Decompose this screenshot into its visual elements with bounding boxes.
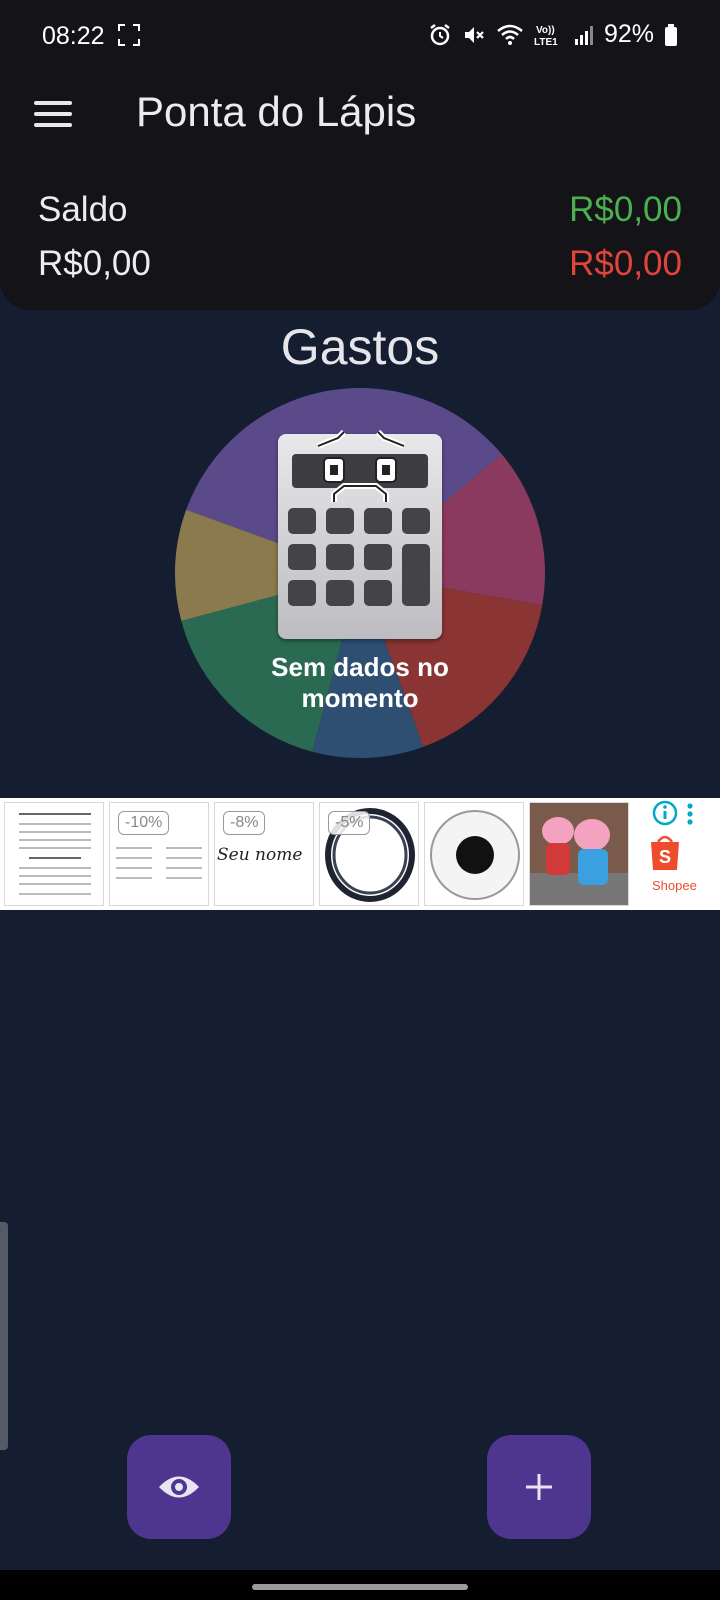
ad-product-name[interactable]: -8% Seu nome	[214, 802, 314, 906]
svg-text:LTE1: LTE1	[534, 37, 558, 47]
shopee-ad-brand[interactable]: S Shopee	[640, 798, 720, 910]
ad-product-sheet[interactable]: -10%	[109, 802, 209, 906]
calculator-key	[288, 544, 316, 570]
muted-icon	[464, 26, 484, 43]
wifi-icon	[497, 24, 523, 45]
signal-icon	[574, 25, 593, 45]
ad-product-form[interactable]	[4, 802, 104, 906]
discount-badge: -5%	[328, 811, 371, 835]
edge-panel-handle[interactable]	[0, 1222, 8, 1450]
ad-banner[interactable]: -10% -8% Seu nome -5% S Shopee	[0, 798, 720, 910]
volte-icon: Vo)) LTE1	[534, 25, 558, 47]
calculator-key	[402, 544, 430, 606]
header-panel: 08:22 Vo)) LTE1 92% Ponta do Lápis Saldo…	[0, 0, 720, 310]
calculator-eyebrows	[316, 429, 406, 449]
ad-product-plush[interactable]	[529, 802, 629, 906]
calculator-key	[364, 508, 392, 534]
calculator-key	[288, 580, 316, 606]
alarm-icon	[430, 23, 450, 45]
balance-value: R$0,00	[38, 244, 151, 283]
status-icons: Vo)) LTE1 92%	[428, 20, 678, 49]
calculator-key	[364, 580, 392, 606]
discount-badge: -8%	[223, 811, 266, 835]
calculator-key	[326, 508, 354, 534]
info-icon[interactable]	[650, 798, 680, 828]
income-value: R$0,00	[569, 190, 682, 229]
discount-badge: -10%	[118, 811, 170, 835]
balance-label: Saldo	[38, 190, 128, 229]
svg-text:S: S	[659, 847, 671, 867]
add-transaction-button[interactable]	[487, 1435, 591, 1539]
svg-text:Vo)): Vo))	[536, 25, 555, 36]
drumhead-image	[430, 810, 520, 900]
sad-calculator-icon	[278, 429, 442, 639]
empty-state-message: Sem dados no momento	[271, 652, 449, 713]
more-vertical-icon[interactable]	[684, 802, 696, 826]
battery-icon	[665, 23, 677, 46]
status-time: 08:22	[42, 22, 105, 50]
shopee-brand-label: Shopee	[652, 878, 697, 893]
home-gesture-pill[interactable]	[252, 1584, 468, 1590]
calculator-key	[288, 508, 316, 534]
plus-icon	[526, 1474, 552, 1500]
ad-product-ring[interactable]: -5%	[319, 802, 419, 906]
hamburger-menu-icon[interactable]	[32, 93, 74, 135]
toggle-visibility-button[interactable]	[127, 1435, 231, 1539]
calculator-key	[364, 544, 392, 570]
eye-icon	[159, 1476, 199, 1498]
chart-title: Gastos	[280, 319, 440, 375]
calculator-key	[326, 580, 354, 606]
battery-percent: 92%	[603, 20, 654, 48]
shopee-bag-icon: S	[651, 835, 679, 870]
calculator-key	[326, 544, 354, 570]
calculator-mouth	[331, 483, 389, 502]
ad-product-text: Seu nome	[217, 845, 303, 865]
plush-toys-image	[530, 803, 628, 905]
status-bar: 08:22 Vo)) LTE1 92%	[0, 0, 720, 74]
ad-product-drumhead[interactable]	[424, 802, 524, 906]
expense-value: R$0,00	[569, 244, 682, 283]
calculator-key	[402, 508, 430, 534]
screenshot-icon	[118, 24, 140, 46]
app-title: Ponta do Lápis	[136, 88, 417, 135]
